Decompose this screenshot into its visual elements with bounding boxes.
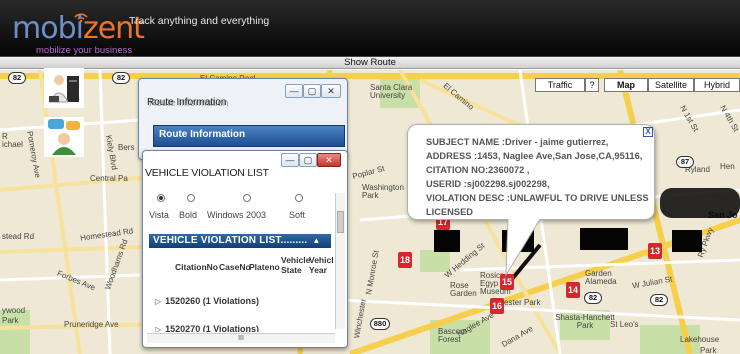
map-type-satellite-button[interactable]: Satellite: [648, 78, 694, 92]
route-information-window[interactable]: Route Information Route Information — ▢ …: [138, 78, 348, 160]
violation-grid-title: VEHICLE VIOLATION LIST......... ▲: [149, 234, 331, 248]
violation-marker[interactable]: 16: [490, 298, 504, 314]
popup-line: USERID :sj002298.sj002298,: [426, 179, 550, 189]
redacted-area: [434, 230, 460, 252]
highway-shield: 82: [8, 72, 26, 84]
help-button[interactable]: ?: [585, 78, 599, 92]
scroll-grip[interactable]: III: [238, 335, 244, 342]
radio-label: Soft: [289, 210, 306, 220]
scroll-thumb[interactable]: [337, 211, 344, 233]
radio-label: Vista: [149, 210, 169, 220]
minimize-button[interactable]: —: [285, 84, 303, 98]
column-header-vehicle-year[interactable]: Vehicle Year: [309, 255, 333, 277]
radio-soft[interactable]: [295, 194, 303, 202]
highway-shield: 82: [584, 292, 602, 304]
map-label: ester Park: [504, 298, 541, 307]
highway-shield: 82: [112, 72, 130, 84]
radio-bold[interactable]: [187, 194, 195, 202]
close-icon[interactable]: X: [643, 127, 653, 137]
violation-marker[interactable]: 18: [398, 252, 412, 268]
grid-title-text: VEHICLE VIOLATION LIST.........: [153, 235, 308, 246]
map-label: Santa Clara University: [370, 83, 413, 100]
window-title: Route Information: [147, 97, 227, 108]
column-header-plateno[interactable]: Plateno: [249, 262, 280, 272]
map-label: Pruneridge Ave: [64, 320, 119, 329]
map-label: Bascom Forest: [438, 327, 467, 344]
theme-radio-group: Vista Bold Windows 2003 Soft: [147, 194, 335, 224]
redacted-area: [660, 188, 740, 218]
mobizent-logo[interactable]: mobizent mobilize your business: [12, 10, 145, 56]
horizontal-scrollbar[interactable]: III: [147, 333, 335, 343]
table-row[interactable]: ▷ 1520270 (1 Violations): [155, 324, 259, 332]
map-label: Rose Garden: [450, 281, 477, 298]
highway-shield: 880: [370, 318, 390, 330]
violation-marker[interactable]: 13: [648, 243, 662, 259]
map-label: Lakehouse: [680, 335, 720, 344]
server-user-icon[interactable]: [44, 68, 84, 108]
popup-line: ADDRESS :1453, Naglee Ave,San Jose,CA,95…: [426, 151, 643, 161]
redacted-area: [672, 230, 702, 252]
popup-line: LICENSED: [426, 207, 474, 217]
close-button[interactable]: ✕: [321, 84, 341, 98]
map-type-hybrid-button[interactable]: Hybrid: [694, 78, 740, 92]
violation-marker[interactable]: 14: [566, 282, 580, 298]
redacted-area: [580, 228, 628, 250]
map-label: Washington Park: [362, 183, 404, 200]
map-label: Park: [700, 346, 717, 354]
app-root: mobizent mobilize your business Track an…: [0, 0, 740, 354]
expand-icon[interactable]: ▷: [155, 297, 161, 306]
map-label: ywood: [2, 306, 26, 315]
sort-up-icon[interactable]: ▲: [312, 236, 320, 245]
vertical-scrollbar[interactable]: [335, 193, 345, 329]
app-header: mobizent mobilize your business Track an…: [0, 0, 740, 57]
highway-shield: 82: [650, 294, 668, 306]
row-label: 1520260 (1 Violations): [165, 296, 260, 306]
column-header-citationno[interactable]: CitationNo: [175, 262, 218, 272]
column-header-vehicle-state[interactable]: Vehicle State: [281, 255, 310, 275]
column-header-caseno[interactable]: CaseNo: [219, 262, 251, 272]
map-label: ichael: [2, 140, 23, 149]
logo-tagline: mobilize your business: [36, 45, 133, 56]
popup-line: SUBJECT NAME :Driver - jaime gutierrez,: [426, 137, 609, 147]
table-row[interactable]: ▷ 1520260 (1 Violations): [155, 296, 259, 306]
map-label: Park: [2, 316, 19, 325]
popup-pointer: [505, 219, 541, 277]
show-route-bar[interactable]: Show Route: [0, 57, 740, 69]
map-label: Bers: [118, 143, 135, 152]
row-label: 1520270 (1 Violations): [165, 324, 260, 332]
route-info-section[interactable]: Route Information: [153, 125, 345, 147]
radio-label: Bold: [179, 210, 198, 220]
map-label: St Leo's: [610, 320, 639, 329]
traffic-button[interactable]: Traffic: [535, 78, 585, 92]
app-tagline: Track anything and everything: [129, 15, 270, 27]
map-type-map-button[interactable]: Map: [604, 78, 648, 92]
signal-icon: [74, 13, 88, 22]
vehicle-violation-window[interactable]: VEHICLE VIOLATION LIST — ▢ ✕ Vista Bold …: [142, 150, 348, 348]
maximize-button[interactable]: ▢: [299, 153, 317, 167]
minimize-button[interactable]: —: [281, 153, 299, 167]
close-button[interactable]: ✕: [317, 153, 341, 167]
radio-label: Windows 2003: [207, 210, 267, 220]
chat-users-icon[interactable]: [44, 117, 84, 157]
violation-info-popup: X SUBJECT NAME :Driver - jaime gutierrez…: [407, 124, 655, 220]
map-label: Central Pa: [90, 174, 128, 183]
map-label: Hen: [720, 162, 735, 171]
radio-windows-2003[interactable]: [243, 194, 251, 202]
maximize-button[interactable]: ▢: [303, 84, 321, 98]
expand-icon[interactable]: ▷: [155, 325, 161, 332]
popup-line: VIOLATION DESC :UNLAWFUL TO DRIVE UNLESS: [426, 193, 649, 203]
window-title: VEHICLE VIOLATION LIST: [145, 167, 269, 179]
popup-line: CITATION NO:2360072 ,: [426, 165, 530, 175]
map-label: Garden Alameda: [585, 269, 617, 286]
highway-shield: 87: [676, 156, 694, 168]
map-label: stead Rd: [2, 232, 35, 241]
radio-vista[interactable]: [157, 194, 165, 202]
map-label: R: [2, 132, 8, 141]
